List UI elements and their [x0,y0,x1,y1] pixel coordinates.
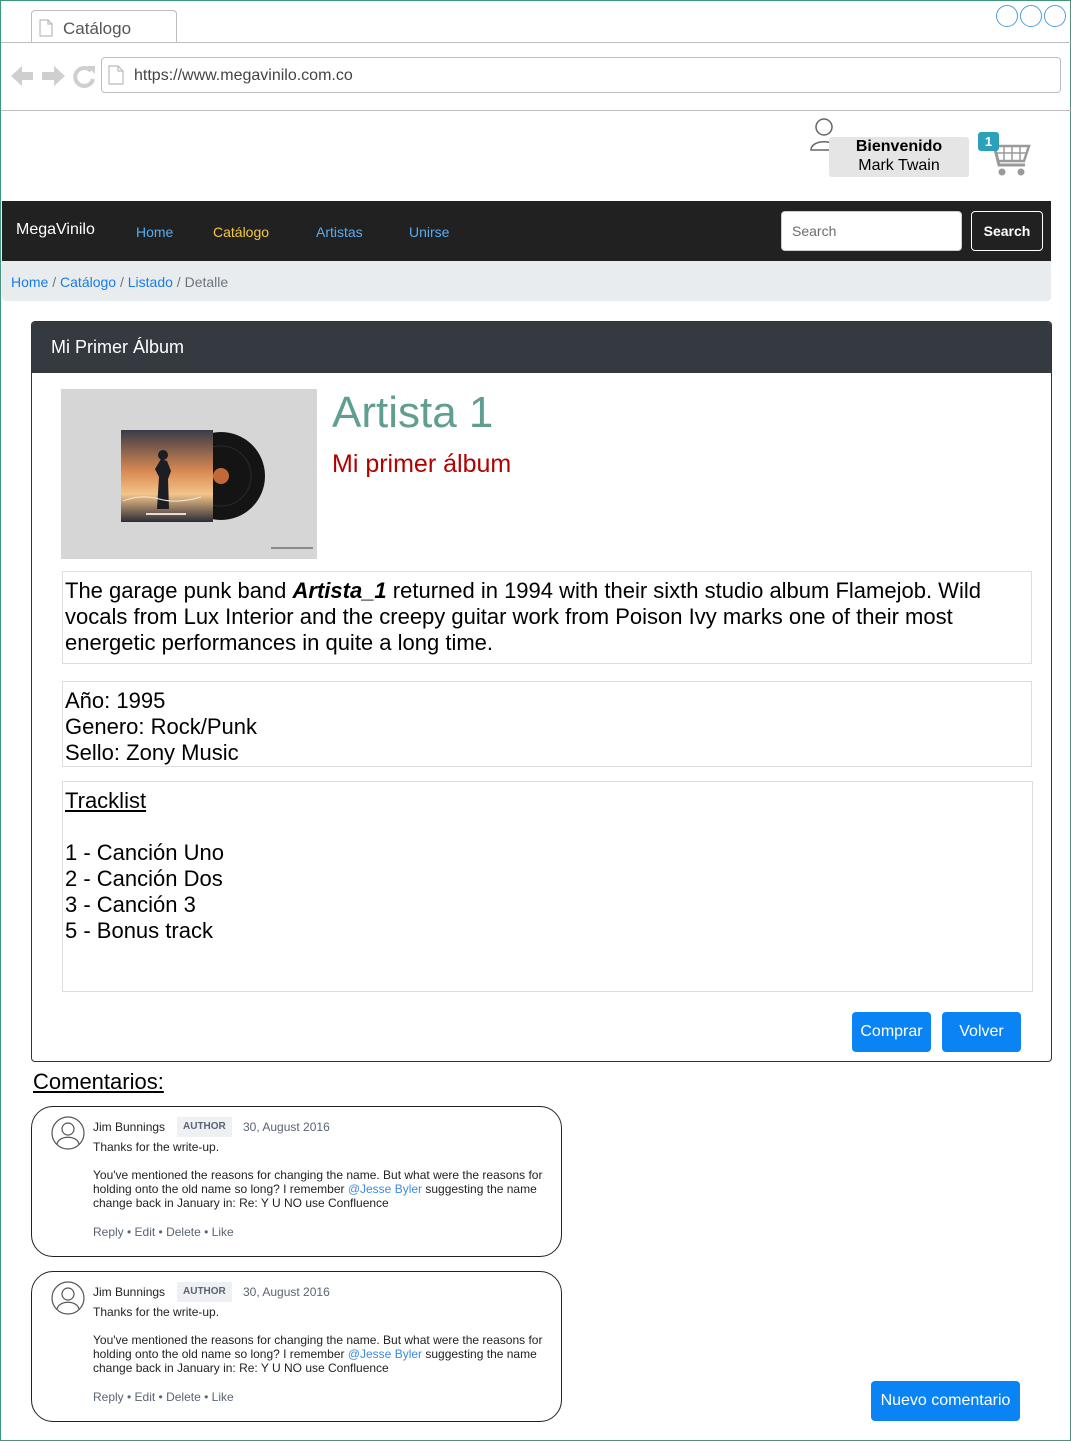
breadcrumb-current: Detalle [184,274,229,290]
comment-card: Jim Bunnings AUTHOR 30, August 2016 Than… [31,1271,562,1422]
window-controls [996,5,1066,27]
nav-unirse[interactable]: Unirse [409,224,449,240]
tracklist-title: Tracklist [65,788,147,813]
card-header: Mi Primer Álbum [32,322,1051,373]
url-text: https://www.megavinilo.com.co [134,67,353,84]
album-title: Mi primer álbum [332,450,512,478]
album-card: Mi Primer Álbum Artista 1 Mi primer álbu… [31,321,1052,1062]
avatar-icon [51,1116,85,1150]
breadcrumb: Home / Catálogo / Listado / Detalle [2,261,1051,301]
track-item: 5 - Bonus track [65,918,213,943]
breadcrumb-catalogo[interactable]: Catálogo [60,274,116,290]
comments-heading: Comentarios: [33,1069,164,1094]
cart-count-badge: 1 [978,132,999,151]
back-arrow-icon[interactable] [11,66,33,86]
chrome-divider [1,110,1071,111]
artist-name: Artista 1 [332,388,494,437]
info-label: Sello: Zony Music [65,740,239,765]
page-icon [108,65,124,85]
breadcrumb-listado[interactable]: Listado [128,274,173,290]
refresh-icon[interactable] [73,65,95,88]
new-comment-button[interactable]: Nuevo comentario [871,1381,1020,1421]
comment-line: Thanks for the write-up. [93,1305,220,1319]
welcome-label: Bienvenido [855,138,943,155]
comment-actions[interactable]: Reply • Edit • Delete • Like [93,1390,234,1404]
album-description: The garage punk band Artista_1 returned … [62,571,1032,664]
document-icon [39,19,53,37]
tab-title: Catálogo [63,19,132,38]
album-cover-art [61,389,317,559]
comment-date: 30, August 2016 [243,1120,330,1134]
author-badge: AUTHOR [177,1282,232,1302]
brand-logo[interactable]: MegaVinilo [16,221,95,239]
comment-date: 30, August 2016 [243,1285,330,1299]
nav-home[interactable]: Home [136,224,173,240]
browser-window: Catálogo https://www.megavinilo.com.co B… [0,0,1071,1441]
back-button[interactable]: Volver [942,1012,1021,1052]
comment-author[interactable]: Jim Bunnings [93,1285,165,1299]
album-cover-image [61,389,317,559]
browser-nav-buttons [11,65,95,88]
comment-card: Jim Bunnings AUTHOR 30, August 2016 Than… [31,1106,562,1257]
browser-tab[interactable]: Catálogo [31,10,177,43]
track-item: 1 - Canción Uno [65,840,224,865]
window-control-icon[interactable] [996,5,1018,27]
window-control-icon[interactable] [1044,5,1066,27]
comment-author[interactable]: Jim Bunnings [93,1120,165,1134]
author-badge: AUTHOR [177,1117,232,1137]
comment-actions[interactable]: Reply • Edit • Delete • Like [93,1225,234,1239]
description-artist: Artista_1 [292,578,387,603]
info-genre: Genero: Rock/Punk [65,714,257,739]
main-navbar: MegaVinilo Home Catálogo Artistas Unirse… [2,201,1051,261]
nav-artistas[interactable]: Artistas [316,224,363,240]
track-item: 3 - Canción 3 [65,892,196,917]
comment-line: Thanks for the write-up. [93,1140,220,1154]
user-name: Mark Twain [858,157,940,174]
mention-link[interactable]: @Jesse Byler [348,1182,422,1196]
window-control-icon[interactable] [1020,5,1042,27]
search-input[interactable]: Search [781,211,962,251]
buy-button[interactable]: Comprar [852,1012,931,1052]
user-greeting[interactable]: Bienvenido Mark Twain [829,137,969,177]
address-bar[interactable]: https://www.megavinilo.com.co [101,57,1061,93]
info-year: Año: 1995 [65,688,166,713]
nav-catalogo[interactable]: Catálogo [213,224,269,240]
breadcrumb-home[interactable]: Home [11,274,48,290]
description-text: The garage punk band [65,578,293,603]
tracklist: Tracklist 1 - Canción Uno 2 - Canción Do… [62,781,1033,992]
comment-body: Thanks for the write-up. You've mentione… [93,1140,543,1224]
album-info: Año: 1995 Genero: Rock/Punk Sello: Zony … [62,681,1032,767]
comment-body: Thanks for the write-up. You've mentione… [93,1305,543,1389]
avatar-icon [51,1281,85,1315]
track-item: 2 - Canción Dos [65,866,223,891]
forward-arrow-icon[interactable] [42,66,65,86]
tab-divider [1,42,1071,43]
search-button[interactable]: Search [971,211,1043,251]
mention-link[interactable]: @Jesse Byler [348,1347,422,1361]
